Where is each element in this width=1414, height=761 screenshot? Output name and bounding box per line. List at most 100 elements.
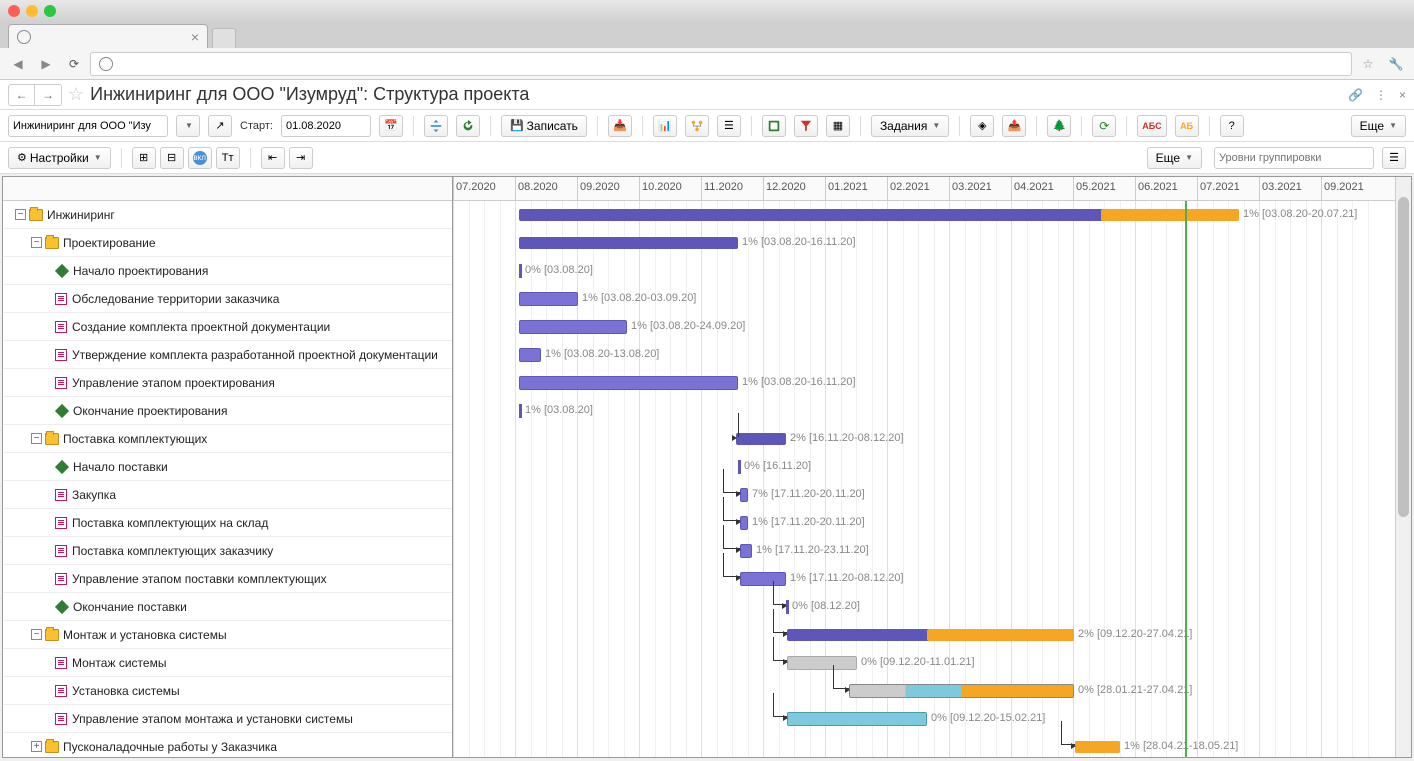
help-button[interactable]: ? <box>1220 115 1244 137</box>
gantt-bar[interactable] <box>740 488 748 502</box>
expand-button[interactable]: − <box>31 237 42 248</box>
window-maximize-button[interactable] <box>44 5 56 17</box>
hierarchy-button[interactable] <box>685 115 709 137</box>
task-row[interactable]: Управление этапом проектирования <box>3 369 452 397</box>
expand-button[interactable]: − <box>31 433 42 444</box>
task-row[interactable]: Утверждение комплекта разработанной прое… <box>3 341 452 369</box>
filter-button[interactable] <box>794 115 818 137</box>
abc-orange-button[interactable]: АБ <box>1175 115 1199 137</box>
gantt-bar[interactable] <box>1075 741 1120 753</box>
collapse-all-button[interactable]: ⊟ <box>160 147 184 169</box>
task-row[interactable]: −Поставка комплектующих <box>3 425 452 453</box>
tree-button[interactable]: 🌲 <box>1047 115 1071 137</box>
new-tab-button[interactable] <box>212 28 236 48</box>
sync-button[interactable]: ⟳ <box>1092 115 1116 137</box>
abc-red-button[interactable]: АБС <box>1137 115 1166 137</box>
project-dropdown-button[interactable]: ▼ <box>176 115 200 137</box>
expand-button[interactable]: − <box>31 629 42 640</box>
task-row[interactable]: Поставка комплектующих на склад <box>3 509 452 537</box>
gantt-bar[interactable] <box>519 348 541 362</box>
reload-button[interactable]: ⟳ <box>62 52 86 76</box>
gantt-bar[interactable] <box>519 237 738 249</box>
import-button[interactable]: 📥 <box>608 115 632 137</box>
task-row[interactable]: Окончание проектирования <box>3 397 452 425</box>
chart-button[interactable]: 📊 <box>653 115 677 137</box>
indent-right-button[interactable]: ⇥ <box>289 147 313 169</box>
task-row[interactable]: Начало поставки <box>3 453 452 481</box>
gantt-bar[interactable] <box>740 516 748 530</box>
more-button[interactable]: Еще▼ <box>1351 115 1406 137</box>
group-config-button[interactable]: ☰ <box>1382 147 1406 169</box>
refresh-button[interactable] <box>456 115 480 137</box>
tasks-button[interactable]: Задания▼ <box>871 115 949 137</box>
gantt-bar[interactable] <box>849 684 1074 698</box>
task-row[interactable]: +Пусконаладочные работы у Заказчика <box>3 733 452 757</box>
sheet-button[interactable] <box>762 115 786 137</box>
gantt-bar[interactable] <box>787 629 1074 641</box>
task-header <box>3 177 452 201</box>
task-row[interactable]: −Монтаж и установка системы <box>3 621 452 649</box>
text-button[interactable]: Tт <box>216 147 240 169</box>
save-button[interactable]: 💾 Записать <box>501 115 587 137</box>
tab-close-button[interactable]: × <box>191 29 199 45</box>
calendar-button[interactable]: 📅 <box>379 115 403 137</box>
milestone-marker[interactable] <box>519 404 522 418</box>
cube-button[interactable]: ◈ <box>970 115 994 137</box>
bookmark-button[interactable]: ☆ <box>1356 52 1380 76</box>
scroll-thumb[interactable] <box>1398 197 1409 517</box>
grid-button[interactable]: ▦ <box>826 115 850 137</box>
task-row[interactable]: Поставка комплектующих заказчику <box>3 537 452 565</box>
window-minimize-button[interactable] <box>26 5 38 17</box>
task-row[interactable]: Окончание поставки <box>3 593 452 621</box>
nav-back-button[interactable]: ← <box>9 85 35 105</box>
task-list[interactable]: −Инжиниринг−ПроектированиеНачало проекти… <box>3 201 452 757</box>
task-row[interactable]: Создание комплекта проектной документаци… <box>3 313 452 341</box>
vertical-scrollbar[interactable] <box>1395 177 1411 757</box>
group-levels-input[interactable] <box>1214 147 1374 169</box>
favorite-button[interactable]: ☆ <box>68 84 84 105</box>
dependency-line <box>723 497 740 521</box>
start-date-input[interactable] <box>281 115 371 137</box>
export-button[interactable]: 📤 <box>1002 115 1026 137</box>
close-icon[interactable]: × <box>1399 88 1406 102</box>
expand-button[interactable]: − <box>15 209 26 220</box>
gantt-bar[interactable] <box>740 544 752 558</box>
forward-button[interactable]: ▶ <box>34 52 58 76</box>
structure-button[interactable] <box>424 115 448 137</box>
gantt-bar[interactable] <box>787 712 927 726</box>
list-button[interactable]: ☰ <box>717 115 741 137</box>
menu-icon[interactable]: ⋮ <box>1375 88 1387 102</box>
expand-button[interactable]: + <box>31 741 42 752</box>
project-select[interactable] <box>8 115 168 137</box>
gantt-bar[interactable] <box>519 376 738 390</box>
open-project-button[interactable]: ↗ <box>208 115 232 137</box>
more2-button[interactable]: Еще▼ <box>1147 147 1202 169</box>
task-row[interactable]: Управление этапом поставки комплектующих <box>3 565 452 593</box>
toggle-all-button[interactable]: вкл <box>188 147 212 169</box>
task-row[interactable]: Установка системы <box>3 677 452 705</box>
task-row[interactable]: −Инжиниринг <box>3 201 452 229</box>
task-row[interactable]: Обследование территории заказчика <box>3 285 452 313</box>
task-row[interactable]: Начало проектирования <box>3 257 452 285</box>
browser-tab[interactable]: × <box>8 24 208 48</box>
window-close-button[interactable] <box>8 5 20 17</box>
timeline-body[interactable]: 1% [03.08.20-20.07.21]1% [03.08.20-16.11… <box>453 201 1411 757</box>
task-row[interactable]: −Проектирование <box>3 229 452 257</box>
gantt-bar[interactable] <box>519 209 1239 221</box>
indent-left-button[interactable]: ⇤ <box>261 147 285 169</box>
gantt-bar[interactable] <box>519 292 578 306</box>
gantt-bar[interactable] <box>736 433 786 445</box>
task-row[interactable]: Монтаж системы <box>3 649 452 677</box>
timeline-panel[interactable]: 07.202008.202009.202010.202011.202012.20… <box>453 177 1411 757</box>
expand-all-button[interactable]: ⊞ <box>132 147 156 169</box>
back-button[interactable]: ◀ <box>6 52 30 76</box>
milestone-marker[interactable] <box>519 264 522 278</box>
wrench-button[interactable]: 🔧 <box>1384 52 1408 76</box>
gantt-bar[interactable] <box>519 320 627 334</box>
link-icon[interactable]: 🔗 <box>1348 88 1363 102</box>
nav-forward-button[interactable]: → <box>35 85 61 105</box>
url-input[interactable] <box>90 52 1352 76</box>
task-row[interactable]: Управление этапом монтажа и установки си… <box>3 705 452 733</box>
task-row[interactable]: Закупка <box>3 481 452 509</box>
settings-button[interactable]: ⚙ Настройки▼ <box>8 147 111 169</box>
